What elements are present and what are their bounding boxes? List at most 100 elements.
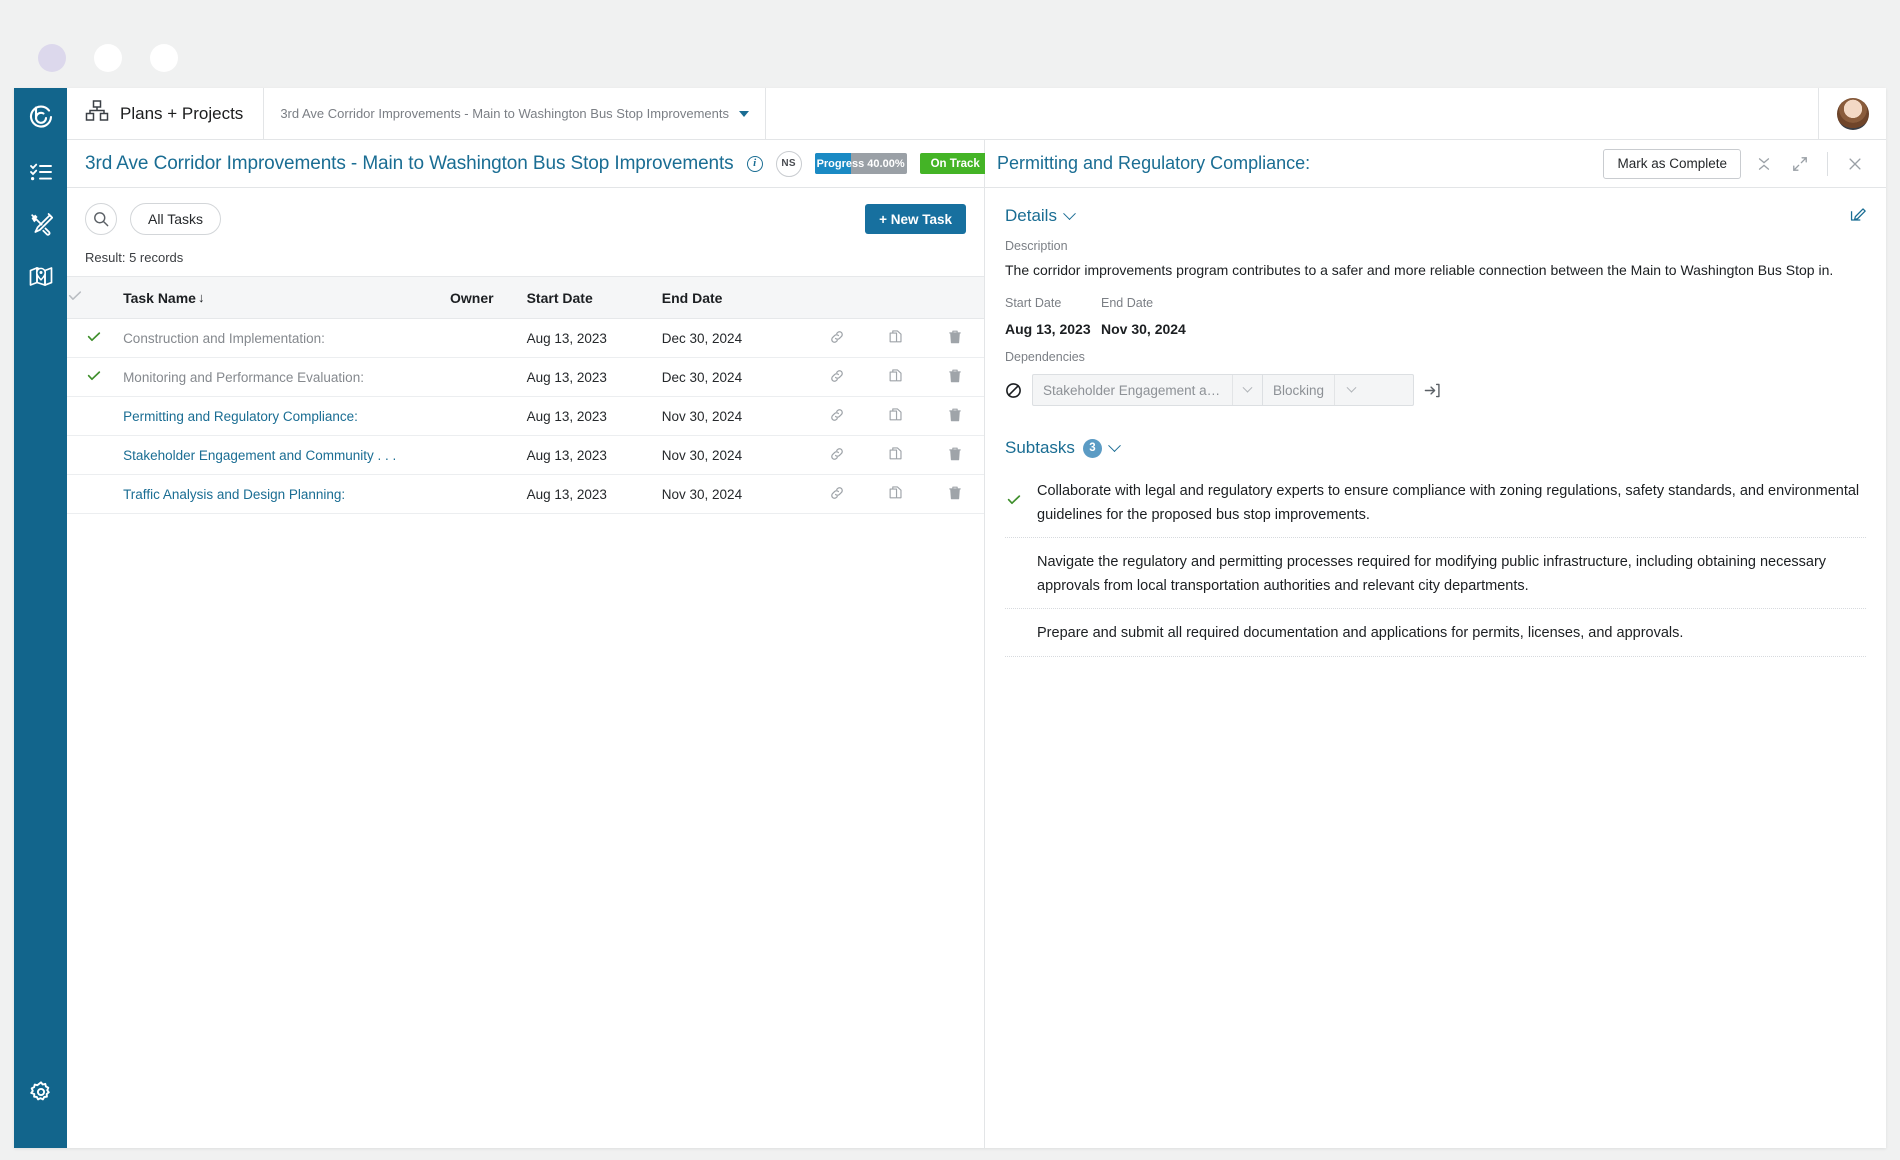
row-complete-toggle[interactable] — [67, 435, 122, 475]
close-icon[interactable] — [1842, 151, 1868, 177]
table-row[interactable]: Stakeholder Engagement and Community . .… — [67, 435, 984, 475]
cell-action-copy[interactable] — [866, 474, 926, 514]
column-select-all[interactable] — [67, 276, 122, 319]
row-complete-toggle[interactable] — [67, 396, 122, 436]
column-start-date[interactable]: Start Date — [526, 276, 662, 319]
cell-action-link[interactable] — [808, 435, 867, 475]
progress-badge[interactable]: Progress 40.00% — [814, 153, 907, 174]
trash-icon[interactable] — [947, 368, 963, 384]
cell-action-copy[interactable] — [866, 435, 926, 475]
map-icon[interactable] — [14, 250, 67, 302]
cell-action-copy[interactable] — [866, 318, 926, 358]
table-row[interactable]: Permitting and Regulatory Compliance: Aug… — [67, 396, 984, 436]
trash-icon[interactable] — [947, 407, 963, 423]
trash-icon[interactable] — [947, 446, 963, 462]
copy-icon[interactable] — [888, 329, 904, 345]
row-complete-toggle[interactable] — [67, 357, 122, 397]
expand-icon[interactable] — [1787, 151, 1813, 177]
status-badge[interactable]: On Track — [919, 153, 991, 174]
cell-action-copy[interactable] — [866, 396, 926, 436]
subtask-item[interactable]: Navigate the regulatory and permitting p… — [1005, 551, 1866, 610]
go-to-icon[interactable] — [1424, 382, 1441, 399]
start-date-field: Start Date Aug 13, 2023 — [1005, 296, 1101, 337]
breadcrumb-plans-projects[interactable]: Plans + Projects — [67, 88, 265, 139]
search-icon[interactable] — [85, 203, 117, 235]
info-icon[interactable]: i — [746, 155, 763, 172]
column-task-name[interactable]: Task Name ↓ — [121, 276, 450, 319]
column-end-date[interactable]: End Date — [661, 276, 809, 319]
filter-all-tasks-button[interactable]: All Tasks — [130, 203, 221, 235]
cell-task-name[interactable]: Permitting and Regulatory Compliance: — [121, 396, 450, 436]
detail-body: Details Description The corridor improve… — [985, 188, 1886, 1148]
checklist-icon[interactable] — [14, 146, 67, 198]
body-split: 3rd Ave Corridor Improvements - Main to … — [67, 140, 1886, 1148]
new-task-button[interactable]: + New Task — [865, 204, 966, 234]
cell-action-trash[interactable] — [925, 474, 984, 514]
subtasks-section-header[interactable]: Subtasks 3 — [1005, 438, 1866, 458]
column-action-link — [808, 276, 867, 319]
cell-action-link[interactable] — [808, 357, 867, 397]
user-avatar-button[interactable] — [1818, 88, 1886, 139]
cell-action-trash[interactable] — [925, 357, 984, 397]
link-icon[interactable] — [829, 368, 845, 384]
details-section-header[interactable]: Details — [1005, 206, 1076, 226]
task-name-link[interactable]: Traffic Analysis and Design Planning: — [123, 487, 345, 502]
trash-icon[interactable] — [947, 485, 963, 501]
row-complete-toggle[interactable] — [67, 474, 122, 514]
cell-task-name[interactable]: Traffic Analysis and Design Planning: — [121, 474, 450, 514]
window-dot-3[interactable] — [150, 44, 178, 72]
row-complete-toggle[interactable] — [67, 318, 122, 358]
dependency-type-select[interactable]: Blocking — [1263, 375, 1413, 406]
page-title[interactable]: 3rd Ave Corridor Improvements - Main to … — [85, 153, 734, 175]
trash-icon[interactable] — [947, 329, 963, 345]
copy-icon[interactable] — [888, 485, 904, 501]
cell-task-name[interactable]: Monitoring and Performance Evaluation: — [121, 357, 450, 397]
link-icon[interactable] — [829, 329, 845, 345]
column-owner[interactable]: Owner — [450, 276, 527, 319]
cell-task-name[interactable]: Construction and Implementation: — [121, 318, 450, 358]
subtask-list: Collaborate with legal and regulatory ex… — [1005, 480, 1866, 657]
description-label: Description — [1005, 239, 1068, 253]
task-name-link[interactable]: Construction and Implementation: — [123, 331, 325, 346]
top-breadcrumb-bar: Plans + Projects 3rd Ave Corridor Improv… — [67, 88, 1886, 140]
mark-as-complete-button[interactable]: Mark as Complete — [1603, 148, 1741, 179]
cell-start-date: Aug 13, 2023 — [526, 318, 662, 358]
cell-action-link[interactable] — [808, 318, 867, 358]
subtask-item[interactable]: Collaborate with legal and regulatory ex… — [1005, 480, 1866, 539]
table-row[interactable]: Construction and Implementation: Aug 13, … — [67, 318, 984, 358]
cell-action-trash[interactable] — [925, 396, 984, 436]
link-icon[interactable] — [829, 407, 845, 423]
window-dot-2[interactable] — [94, 44, 122, 72]
end-date-field: End Date Nov 30, 2024 — [1101, 296, 1261, 337]
task-name-link[interactable]: Permitting and Regulatory Compliance: — [123, 409, 358, 424]
chevron-down-icon — [1232, 375, 1262, 406]
result-count: Result: 5 records — [85, 250, 184, 265]
cell-action-trash[interactable] — [925, 318, 984, 358]
cell-action-link[interactable] — [808, 396, 867, 436]
cell-action-link[interactable] — [808, 474, 867, 514]
cell-action-copy[interactable] — [866, 357, 926, 397]
company-logo-icon[interactable] — [14, 88, 67, 146]
cell-task-name[interactable]: Stakeholder Engagement and Community . .… — [121, 435, 450, 475]
start-date-label: Start Date — [1005, 296, 1062, 311]
subtask-complete-toggle[interactable] — [1005, 480, 1023, 513]
detail-edit-pencil-icon[interactable] — [1849, 206, 1866, 223]
task-name-link[interactable]: Monitoring and Performance Evaluation: — [123, 370, 364, 385]
owner-initials-badge[interactable]: NS — [775, 150, 802, 177]
breadcrumb-project[interactable]: 3rd Ave Corridor Improvements - Main to … — [264, 88, 767, 139]
link-icon[interactable] — [829, 446, 845, 462]
cell-action-trash[interactable] — [925, 435, 984, 475]
table-row[interactable]: Monitoring and Performance Evaluation: Au… — [67, 357, 984, 397]
copy-icon[interactable] — [888, 407, 904, 423]
task-name-link[interactable]: Stakeholder Engagement and Community . .… — [123, 448, 396, 463]
window-dot-1[interactable] — [38, 44, 66, 72]
collapse-icon[interactable] — [1751, 151, 1777, 177]
link-icon[interactable] — [829, 485, 845, 501]
table-row[interactable]: Traffic Analysis and Design Planning: Aug… — [67, 474, 984, 514]
copy-icon[interactable] — [888, 368, 904, 384]
dependency-task-select[interactable]: Stakeholder Engagement and Co.. — [1033, 375, 1263, 406]
subtask-item[interactable]: Prepare and submit all required document… — [1005, 622, 1866, 657]
gear-icon[interactable] — [14, 1066, 67, 1118]
copy-icon[interactable] — [888, 446, 904, 462]
tools-icon[interactable] — [14, 198, 67, 250]
